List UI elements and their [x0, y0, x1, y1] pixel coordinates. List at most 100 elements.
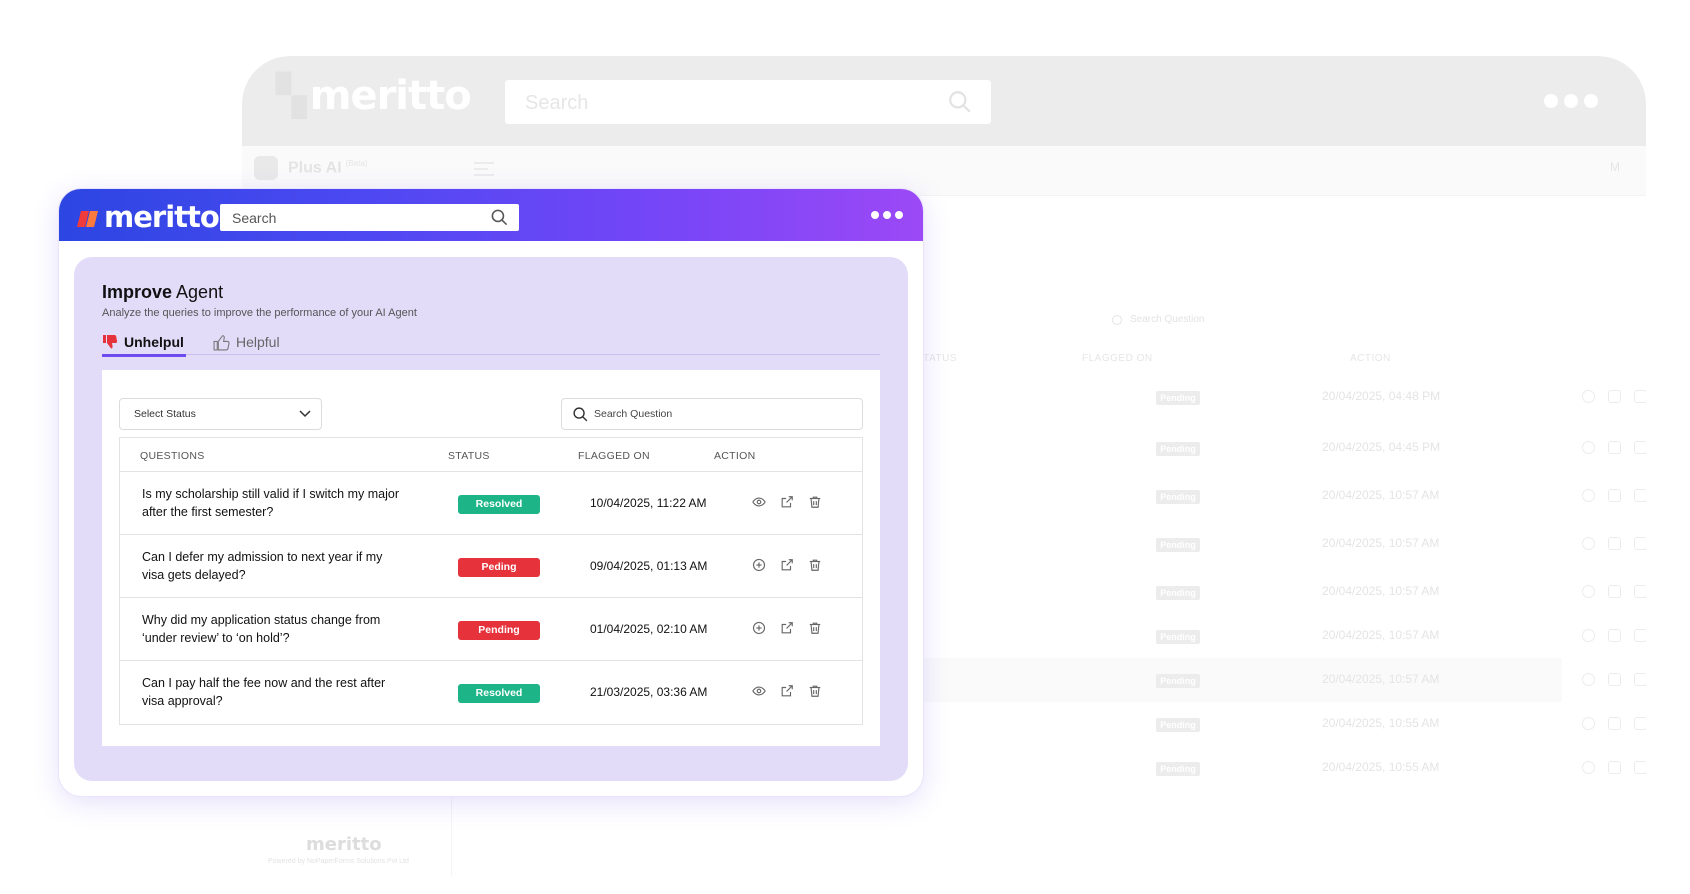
add-circle-icon[interactable] [1582, 441, 1595, 454]
status-badge: Resolved [458, 684, 540, 703]
background-flagged-date: 20/04/2025, 10:57 AM [1322, 628, 1440, 642]
flagged-date: 01/04/2025, 02:10 AM [590, 622, 708, 636]
table-row: Can I defer my admission to next year if… [120, 535, 862, 598]
trash-icon[interactable] [1634, 761, 1646, 774]
question-text: Can I defer my admission to next year if… [142, 550, 383, 582]
external-link-icon[interactable] [1608, 673, 1621, 686]
trash-icon[interactable] [1634, 629, 1646, 642]
chevron-down-icon [299, 410, 311, 418]
background-status-badge: Pending [1156, 674, 1200, 688]
question-text: Why did my application status change fro… [142, 613, 381, 645]
screenshot-stage: ▚ meritto Search Plus AI (Beta) M Search Q… [0, 0, 1690, 894]
flagged-date: 10/04/2025, 11:22 AM [590, 496, 707, 510]
logo-text: meritto [104, 200, 220, 234]
external-link-icon[interactable] [780, 684, 794, 698]
eye-icon[interactable] [752, 684, 766, 698]
page-title-bold: Improve [102, 282, 173, 302]
app-header: meritto [59, 189, 923, 241]
background-row-actions [1582, 673, 1646, 686]
add-circle-icon[interactable] [1582, 717, 1595, 730]
trash-icon[interactable] [808, 495, 822, 509]
external-link-icon[interactable] [1608, 537, 1621, 550]
external-link-icon[interactable] [780, 558, 794, 572]
tab-unhelpful-label: Unhelpul [124, 333, 184, 350]
add-circle-icon[interactable] [1582, 673, 1595, 686]
background-row-actions [1582, 537, 1646, 550]
improve-agent-panel: Improve Agent Analyze the queries to imp… [74, 257, 908, 781]
table-row: Why did my application status change fro… [120, 598, 862, 661]
add-circle-icon[interactable] [1582, 585, 1595, 598]
question-search[interactable] [561, 398, 863, 430]
more-options-icon[interactable] [871, 211, 903, 219]
background-row-actions [1582, 489, 1646, 502]
flagged-date: 21/03/2025, 03:36 AM [590, 685, 708, 699]
table-row: Can I pay half the fee now and the rest … [120, 661, 862, 724]
beta-badge: (Beta) [345, 159, 368, 168]
background-status-badge: Pending [1156, 762, 1200, 776]
row-actions [752, 684, 822, 698]
add-circle-icon[interactable] [1582, 390, 1595, 403]
search-icon [573, 407, 588, 422]
external-link-icon[interactable] [1608, 390, 1621, 403]
external-link-icon[interactable] [1608, 585, 1621, 598]
add-circle-icon[interactable] [1582, 629, 1595, 642]
background-search-input[interactable]: Search [505, 80, 991, 124]
external-link-icon[interactable] [1608, 629, 1621, 642]
col-status: STATUS [448, 450, 490, 462]
table-header: QUESTIONS STATUS FLAGGED ON ACTION [120, 438, 862, 472]
improve-agent-window: meritto Improve Agent Analyze the querie… [59, 189, 923, 796]
hamburger-icon[interactable] [474, 162, 494, 176]
header-search-input[interactable] [220, 204, 480, 231]
external-link-icon[interactable] [1608, 441, 1621, 454]
page-subtitle: Analyze the queries to improve the perfo… [102, 307, 417, 319]
trash-icon[interactable] [1634, 673, 1646, 686]
trash-icon[interactable] [808, 684, 822, 698]
background-status-badge: Pending [1156, 718, 1200, 732]
status-filter-label: Select Status [134, 408, 196, 420]
trash-icon[interactable] [1634, 441, 1646, 454]
trash-icon[interactable] [1634, 537, 1646, 550]
background-logo: ▚ meritto [276, 73, 472, 119]
tab-helpful[interactable]: Helpful [213, 329, 280, 355]
status-filter-select[interactable]: Select Status [119, 398, 322, 430]
add-circle-icon[interactable] [1582, 489, 1595, 502]
header-search[interactable] [220, 204, 519, 231]
trash-icon[interactable] [1634, 585, 1646, 598]
background-app-name: Plus AI (Beta) [288, 159, 368, 177]
sparkle-icon [254, 156, 278, 180]
questions-table: QUESTIONS STATUS FLAGGED ON ACTION Is my… [119, 437, 863, 725]
trash-icon[interactable] [1634, 390, 1646, 403]
external-link-icon[interactable] [780, 621, 794, 635]
thumbs-up-icon [213, 334, 230, 350]
background-status-badge: Pending [1156, 391, 1200, 405]
external-link-icon[interactable] [780, 495, 794, 509]
logo-mark-icon [77, 207, 101, 227]
add-circle-icon[interactable] [1582, 761, 1595, 774]
background-topbar: ▚ meritto Search [242, 56, 1646, 146]
background-search-placeholder: Search [525, 92, 589, 114]
feedback-tabs: Unhelpul Helpful [102, 329, 880, 357]
external-link-icon[interactable] [1608, 489, 1621, 502]
search-icon [1112, 315, 1122, 325]
trash-icon[interactable] [808, 558, 822, 572]
external-link-icon[interactable] [1608, 761, 1621, 774]
background-footer-logo: meritto [306, 834, 382, 855]
logo[interactable]: meritto [77, 200, 220, 234]
trash-icon[interactable] [808, 621, 822, 635]
add-circle-icon[interactable] [1582, 537, 1595, 550]
tab-unhelpful[interactable]: Unhelpul [102, 329, 186, 357]
eye-icon[interactable] [752, 495, 766, 509]
background-more-icon[interactable] [1544, 94, 1598, 108]
external-link-icon[interactable] [1608, 717, 1621, 730]
search-icon[interactable] [490, 208, 509, 227]
trash-icon[interactable] [1634, 717, 1646, 730]
add-circle-icon[interactable] [752, 558, 766, 572]
background-question-search[interactable]: Search Question [1102, 306, 1522, 336]
question-search-input[interactable] [594, 399, 854, 429]
questions-card: Select Status QUESTIONS STATUS FLAGGED O… [102, 370, 880, 746]
trash-icon[interactable] [1634, 489, 1646, 502]
add-circle-icon[interactable] [752, 621, 766, 635]
background-row-actions [1582, 761, 1646, 774]
avatar[interactable]: M [1610, 160, 1620, 174]
flagged-date: 09/04/2025, 01:13 AM [590, 559, 708, 573]
